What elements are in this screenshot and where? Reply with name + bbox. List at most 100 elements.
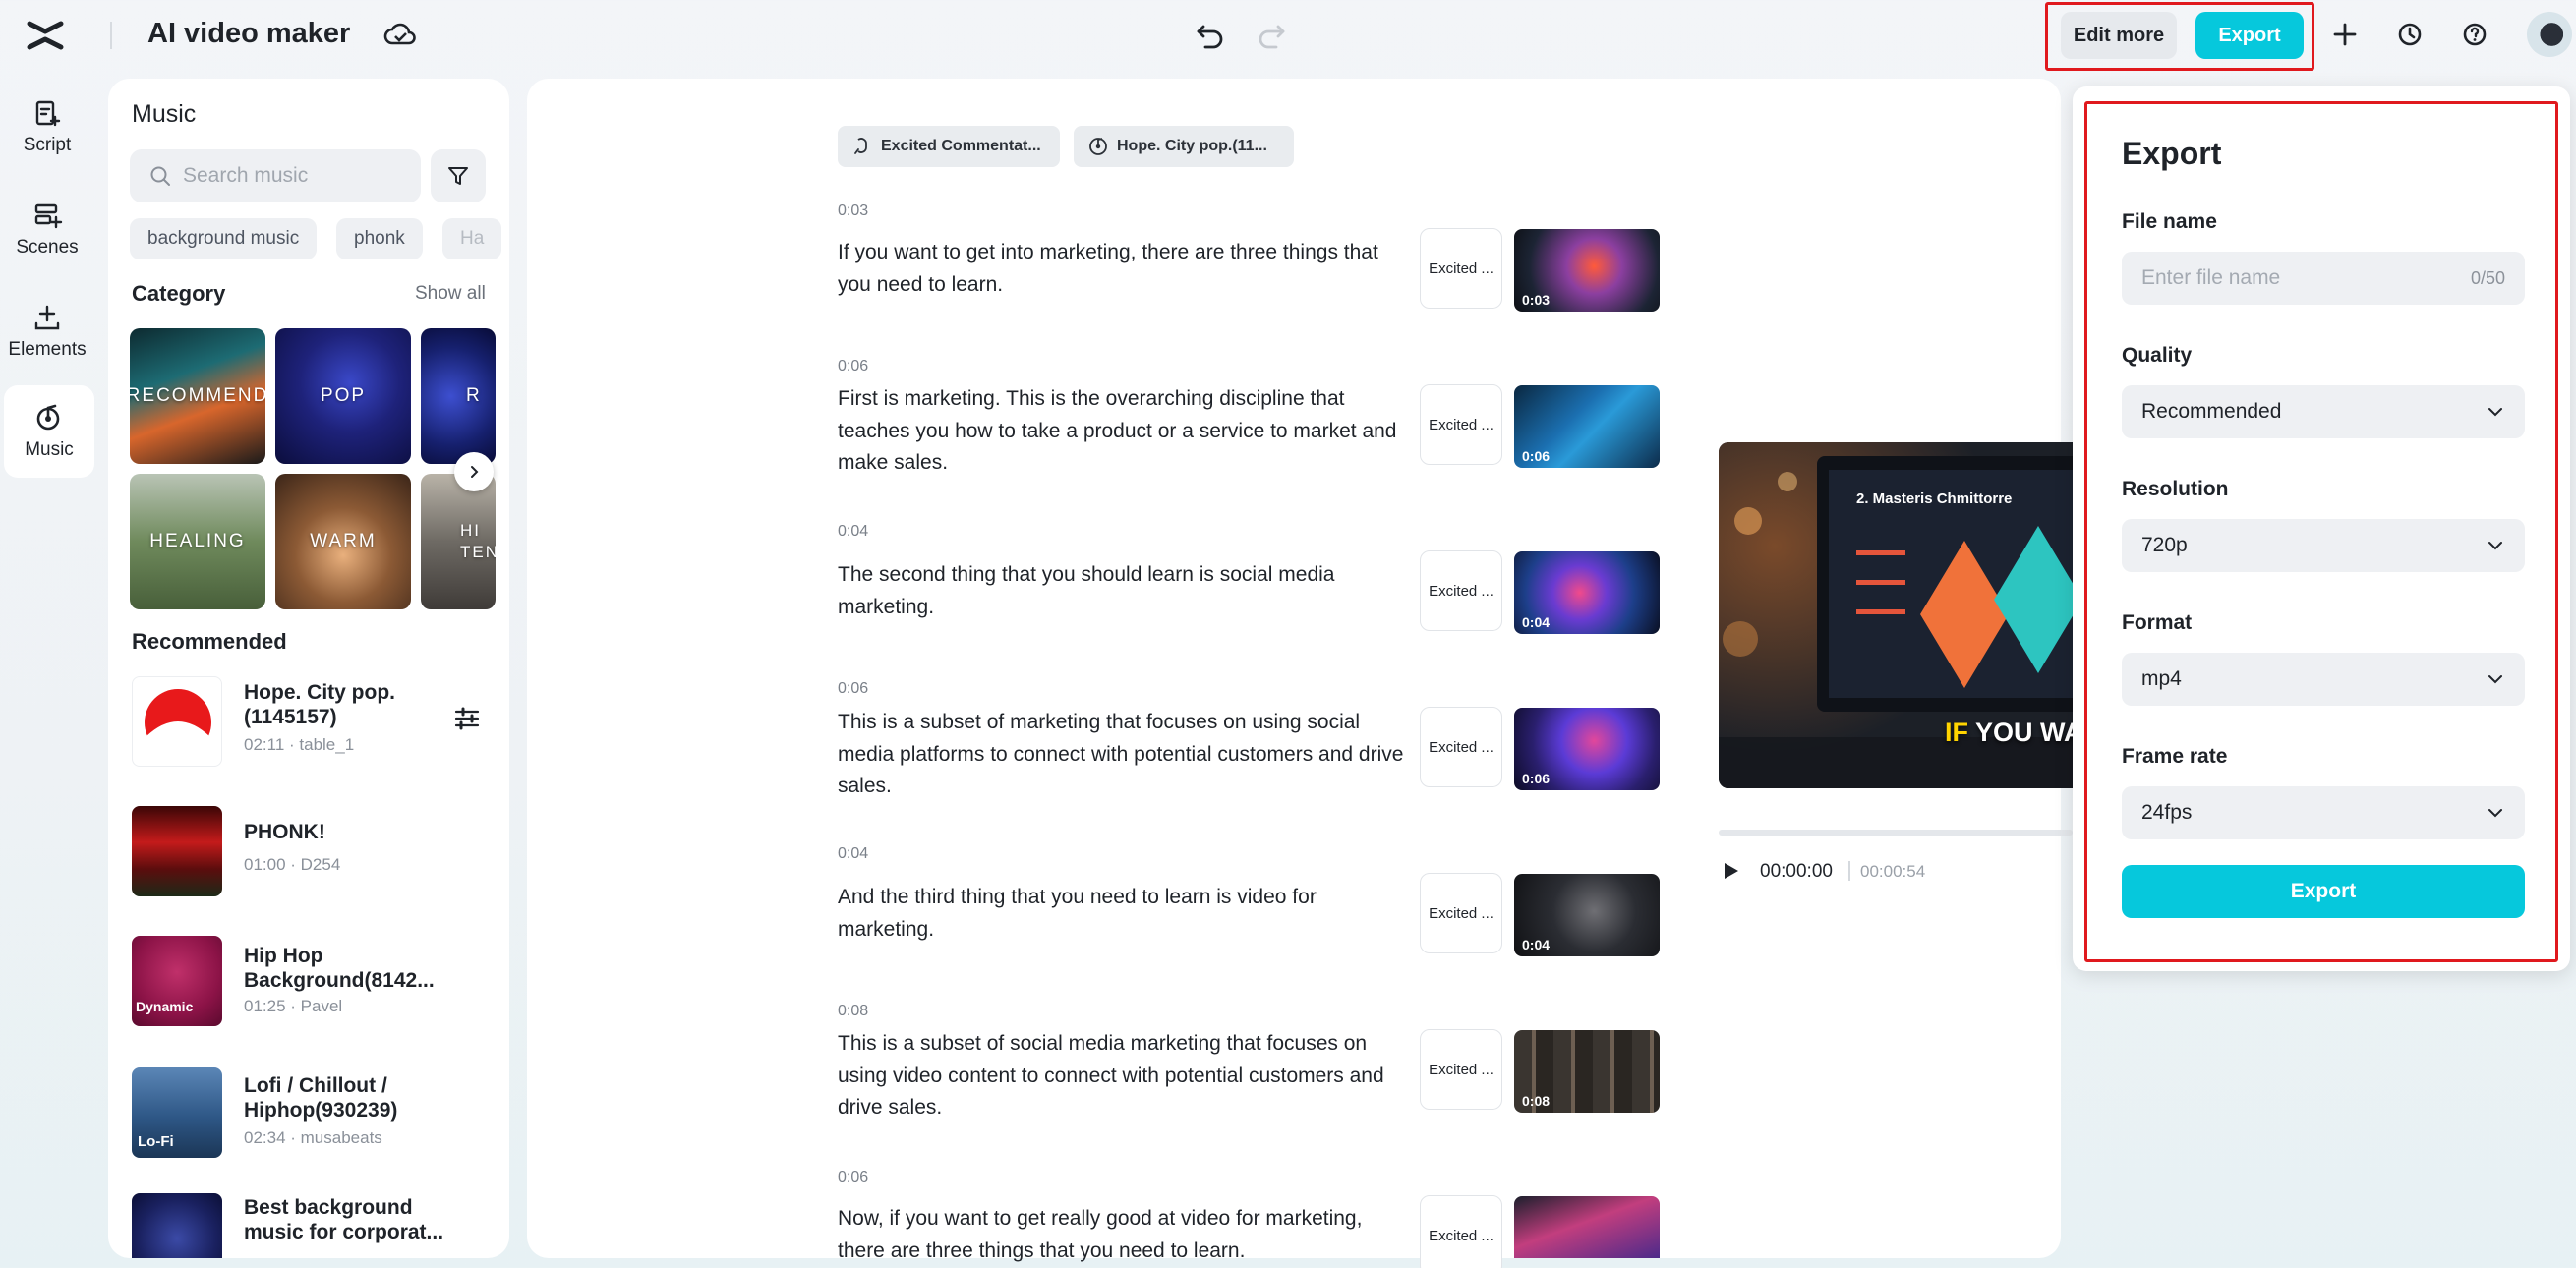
category-recommend[interactable]: RECOMMEND xyxy=(130,328,265,464)
rail-item-scenes[interactable]: Scenes xyxy=(0,183,94,275)
music-panel: Music background music phonk Ha Category… xyxy=(108,79,509,1258)
file-name-field[interactable]: 0/50 xyxy=(2122,252,2525,305)
segment-duration: 0:03 xyxy=(838,202,868,220)
show-all-link[interactable]: Show all xyxy=(415,283,486,305)
track-thumbnail xyxy=(132,1193,222,1258)
search-box[interactable] xyxy=(130,149,421,202)
time-divider xyxy=(1848,861,1850,881)
music-tag-label: Hope. City pop.(11... xyxy=(1117,138,1267,155)
rail-item-elements[interactable]: Elements xyxy=(0,285,94,377)
album-art xyxy=(133,677,222,767)
undo-icon[interactable] xyxy=(1194,18,1227,51)
plus-icon[interactable] xyxy=(2328,18,2362,51)
rail-item-music[interactable]: Music xyxy=(4,385,94,478)
chip-background-music[interactable]: background music xyxy=(130,218,317,259)
category-hi-ten[interactable]: HI TEN xyxy=(421,474,496,609)
redo-icon[interactable] xyxy=(1255,18,1288,51)
progress-bar[interactable] xyxy=(1719,830,2073,836)
list-item[interactable]: Lo-Fi Lofi / Chillout / Hiphop(930239) 0… xyxy=(132,1067,496,1166)
play-icon[interactable] xyxy=(1719,859,1742,883)
clip-duration: 0:04 xyxy=(1522,614,1550,630)
scene-thumbnail[interactable]: 0:03 xyxy=(1514,229,1660,312)
voice-selector[interactable]: Excited ... xyxy=(1420,1195,1502,1268)
thumbnail-text: Lo-Fi xyxy=(138,1133,174,1150)
scene-thumbnail[interactable]: 0:04 xyxy=(1514,551,1660,634)
resolution-select[interactable]: 720p xyxy=(2122,519,2525,572)
voice-selector[interactable]: Excited ... xyxy=(1420,550,1502,631)
track-title: Hip Hop Background(8142... xyxy=(244,944,460,993)
track-title: Hope. City pop.(1145157) xyxy=(244,680,460,729)
help-icon[interactable] xyxy=(2458,18,2491,51)
export-button[interactable]: Export xyxy=(2195,12,2304,59)
voice-selector[interactable]: Excited ... xyxy=(1420,384,1502,465)
search-input[interactable] xyxy=(183,164,399,188)
quality-select[interactable]: Recommended xyxy=(2122,385,2525,438)
voice-selector[interactable]: Excited ... xyxy=(1420,1029,1502,1110)
file-name-input[interactable] xyxy=(2141,266,2436,290)
chevron-down-icon xyxy=(2486,669,2505,689)
top-bar: AI video maker Edit more Export xyxy=(0,0,2576,71)
voice-selector[interactable]: Excited ... xyxy=(1420,707,1502,787)
export-confirm-button[interactable]: Export xyxy=(2122,865,2525,918)
voice-selector[interactable]: Excited ... xyxy=(1420,873,1502,953)
category-pop[interactable]: POP xyxy=(275,328,411,464)
search-icon xyxy=(149,165,171,187)
track-thumbnail xyxy=(132,806,222,896)
category-label: HI TEN xyxy=(460,520,496,563)
category-healing[interactable]: HEALING xyxy=(130,474,265,609)
segment-text[interactable]: The second thing that you should learn i… xyxy=(838,559,1408,623)
segment-text[interactable]: Now, if you want to get really good at v… xyxy=(838,1203,1408,1267)
scene-thumbnail[interactable]: 0:08 xyxy=(1514,1030,1660,1113)
chevron-down-icon xyxy=(2486,402,2505,422)
rail-label: Elements xyxy=(8,339,86,361)
track-thumbnail: Dynamic xyxy=(132,936,222,1026)
cloud-sync-icon[interactable] xyxy=(383,20,417,49)
avatar[interactable] xyxy=(2527,12,2572,57)
rail-item-script[interactable]: Script xyxy=(0,81,94,173)
clip-duration: 0:08 xyxy=(1522,1093,1550,1109)
track-meta: 01:25 · Pavel xyxy=(244,997,342,1016)
segment-text[interactable]: This is a subset of marketing that focus… xyxy=(838,707,1408,803)
scene-thumbnail[interactable]: 0:06 xyxy=(1514,708,1660,790)
panel-title: Music xyxy=(132,100,196,129)
voice-tag[interactable]: Excited Commentat... xyxy=(838,126,1060,167)
scene-thumbnail[interactable] xyxy=(1514,1196,1660,1258)
scene-thumbnail[interactable]: 0:06 xyxy=(1514,385,1660,468)
filter-button[interactable] xyxy=(431,149,486,202)
list-item[interactable]: Best background music for corporat... xyxy=(132,1193,496,1258)
music-tag[interactable]: Hope. City pop.(11... xyxy=(1074,126,1294,167)
track-title: Best background music for corporat... xyxy=(244,1195,460,1244)
adjust-icon[interactable] xyxy=(452,704,482,733)
category-warm[interactable]: WARM xyxy=(275,474,411,609)
frame-rate-value: 24fps xyxy=(2141,801,2192,825)
segment-text[interactable]: If you want to get into marketing, there… xyxy=(838,237,1408,301)
track-meta: 02:34 · musabeats xyxy=(244,1128,382,1148)
history-icon[interactable] xyxy=(2393,18,2427,51)
segment-text[interactable]: This is a subset of social media marketi… xyxy=(838,1028,1408,1124)
clip-duration: 0:06 xyxy=(1522,771,1550,786)
scene-thumbnail[interactable]: 0:04 xyxy=(1514,874,1660,956)
divider xyxy=(110,22,112,49)
resolution-label: Resolution xyxy=(2122,478,2229,501)
segment-text[interactable]: And the third thing that you need to lea… xyxy=(838,882,1408,946)
chip-phonk[interactable]: phonk xyxy=(336,218,423,259)
category-r[interactable]: R xyxy=(421,328,496,464)
category-next-button[interactable] xyxy=(454,452,494,491)
format-select[interactable]: mp4 xyxy=(2122,653,2525,706)
music-icon xyxy=(33,402,65,433)
list-item[interactable]: Dynamic Hip Hop Background(8142... 01:25… xyxy=(132,936,496,1034)
list-item[interactable]: PHONK! 01:00 · D254 xyxy=(132,806,496,904)
frame-rate-select[interactable]: 24fps xyxy=(2122,786,2525,839)
slide-title: 2. Masteris Chmittorre xyxy=(1856,490,2012,507)
voice-selector[interactable]: Excited ... xyxy=(1420,228,1502,309)
segment-text[interactable]: First is marketing. This is the overarch… xyxy=(838,383,1408,480)
quality-value: Recommended xyxy=(2141,400,2281,424)
edit-more-button[interactable]: Edit more xyxy=(2061,12,2177,59)
capcut-logo-icon[interactable] xyxy=(26,18,65,53)
track-thumbnail xyxy=(132,676,222,767)
chip-ha[interactable]: Ha xyxy=(442,218,501,259)
export-title: Export xyxy=(2122,136,2221,172)
list-item[interactable]: Hope. City pop.(1145157) 02:11 · table_1 xyxy=(132,676,496,775)
file-name-label: File name xyxy=(2122,210,2217,234)
video-preview[interactable]: 2. Masteris Chmittorre IF YOU WA xyxy=(1719,442,2092,788)
